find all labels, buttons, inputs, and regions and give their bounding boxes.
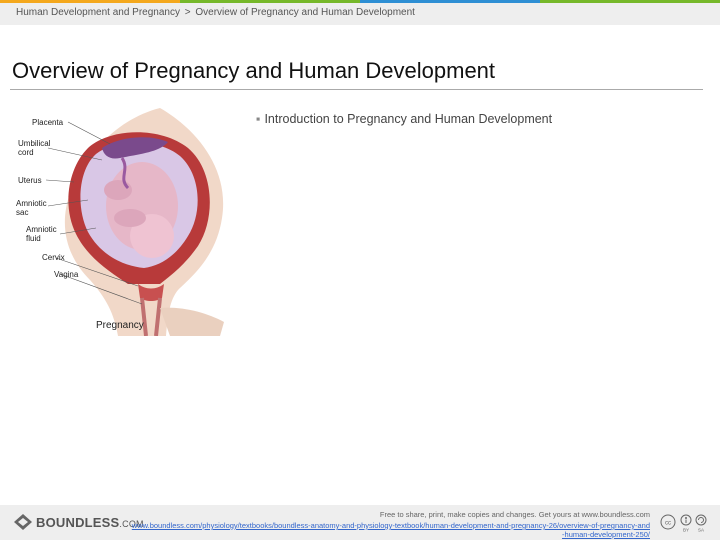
fetus-limb <box>104 180 132 200</box>
label-amniotic-sac-1: Amniotic <box>16 199 47 208</box>
breadcrumb-separator: > <box>184 7 191 18</box>
label-vagina: Vagina <box>54 270 79 279</box>
label-umbilical-2: cord <box>18 148 34 157</box>
title-divider <box>10 89 703 90</box>
label-amniotic-fluid-2: fluid <box>26 234 41 243</box>
fetus-limb-2 <box>114 209 146 227</box>
label-amniotic-sac-2: sac <box>16 208 28 217</box>
bullet-marker: ▪ <box>256 112 261 126</box>
thigh <box>160 307 224 336</box>
boundless-logo[interactable]: BOUNDLESS.COM <box>14 514 144 530</box>
source-link[interactable]: www.boundless.com/physiology/textbooks/b… <box>130 521 650 539</box>
breadcrumb: Human Development and Pregnancy > Overvi… <box>16 7 415 18</box>
label-amniotic-fluid-1: Amniotic <box>26 225 57 234</box>
svg-text:SA: SA <box>698 528 704 533</box>
boundless-logo-icon <box>14 514 32 530</box>
pregnancy-illustration: Placenta Umbilical cord Uterus Amniotic … <box>16 108 224 336</box>
slide: Human Development and Pregnancy > Overvi… <box>0 0 720 540</box>
svg-text:BY: BY <box>683 528 689 533</box>
svg-text:cc: cc <box>665 521 671 527</box>
figure-caption: Pregnancy <box>96 320 144 331</box>
breadcrumb-item-chapter[interactable]: Human Development and Pregnancy <box>16 7 180 18</box>
label-cervix: Cervix <box>42 253 65 262</box>
cc-license-badge[interactable]: cc BY SA <box>660 514 710 534</box>
share-notice: Free to share, print, make copies and ch… <box>379 510 650 519</box>
slide-title: Overview of Pregnancy and Human Developm… <box>12 58 496 83</box>
bullet-item: ▪ Introduction to Pregnancy and Human Dev… <box>256 112 552 126</box>
label-umbilical-1: Umbilical <box>18 139 51 148</box>
logo-wordmark: BOUNDLESS.COM <box>36 515 144 530</box>
sa-icon <box>695 514 707 526</box>
label-uterus: Uterus <box>18 176 42 185</box>
bullet-text: Introduction to Pregnancy and Human Deve… <box>264 112 553 126</box>
label-placenta: Placenta <box>32 118 64 127</box>
breadcrumb-item-section[interactable]: Overview of Pregnancy and Human Developm… <box>195 7 415 18</box>
logo-main: BOUNDLESS <box>36 514 120 530</box>
